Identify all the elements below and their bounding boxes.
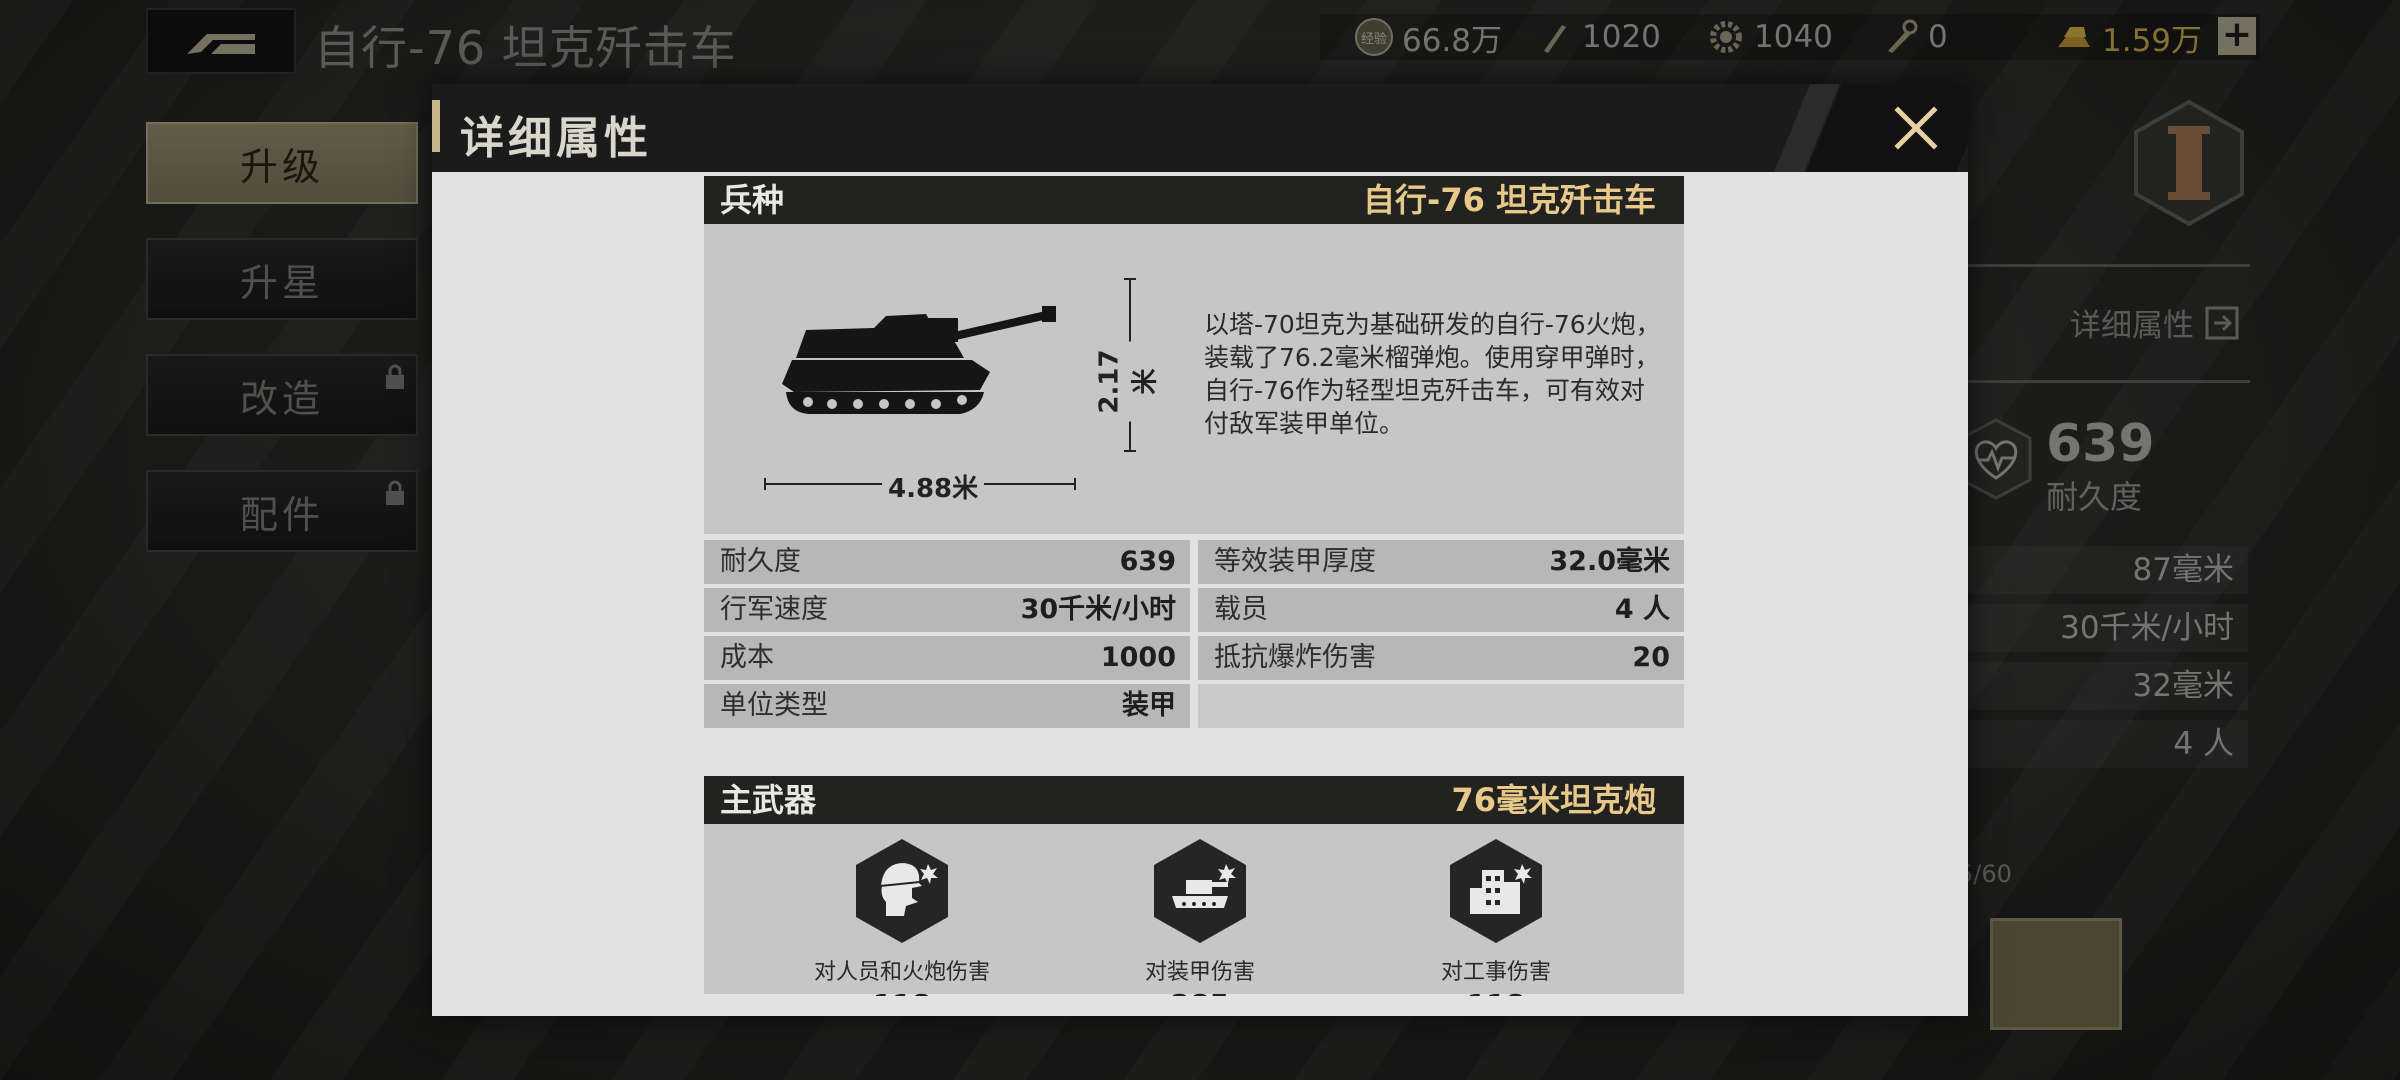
stat-key: 行军速度 [720, 594, 828, 625]
tank-icon [1154, 839, 1246, 943]
unit-section-header: 兵种 自行-76 坦克歼击车 [704, 176, 1684, 224]
stat-value: 30千米/小时 [1020, 594, 1176, 625]
modal-header: 详细属性 [432, 84, 1968, 172]
stat-key: 单位类型 [720, 690, 828, 721]
stat-armor: 等效装甲厚度 32.0毫米 [1198, 540, 1684, 584]
damage-vs-armor: 对装甲伤害 285 [1090, 836, 1310, 996]
stat-cost: 成本 1000 [704, 636, 1190, 680]
stat-empty-cell [1198, 684, 1684, 728]
stat-key: 载员 [1214, 594, 1268, 625]
weapon-panel: 对人员和火炮伤害 118 对装甲伤害 285 [704, 824, 1684, 996]
title-accent [432, 100, 440, 152]
weapon-name: 76毫米坦克炮 [1451, 781, 1656, 819]
unit-height: 2.17米 [1094, 341, 1162, 422]
detail-attributes-modal: 详细属性 兵种 自行-76 坦克歼击车 4.88米 2.17米 以塔-70坦克为… [432, 84, 1968, 1016]
stat-key: 成本 [720, 642, 774, 673]
unit-panel: 4.88米 2.17米 以塔-70坦克为基础研发的自行-76火炮，装载了76.2… [704, 224, 1684, 534]
damage-vs-infantry: 对人员和火炮伤害 118 [792, 836, 1012, 996]
stat-value: 装甲 [1122, 690, 1176, 721]
weapon-section-label: 主武器 [720, 781, 817, 819]
modal-content[interactable]: 兵种 自行-76 坦克歼击车 4.88米 2.17米 以塔-70坦克为基础研发的… [704, 176, 1684, 996]
stat-value: 20 [1632, 642, 1670, 673]
damage-label: 对人员和火炮伤害 [813, 960, 990, 985]
unit-description: 以塔-70坦克为基础研发的自行-76火炮，装载了76.2毫米榴弹炮。使用穿甲弹时… [1204, 310, 1661, 438]
damage-label: 对工事伤害 [1440, 960, 1551, 985]
weapon-section-header: 主武器 76毫米坦克炮 [704, 776, 1684, 824]
infantry-icon [856, 839, 948, 943]
modal-title: 详细属性 [460, 113, 652, 164]
stat-key: 抵抗爆炸伤害 [1214, 642, 1376, 673]
stat-blast-resist: 抵抗爆炸伤害 20 [1198, 636, 1684, 680]
stat-value: 32.0毫米 [1549, 546, 1670, 577]
damage-value: 118 [1386, 988, 1606, 996]
stat-crew: 载员 4 人 [1198, 588, 1684, 632]
unit-section-label: 兵种 [720, 181, 785, 219]
stat-unit-type: 单位类型 装甲 [704, 684, 1190, 728]
tank-destroyer-silhouette [782, 306, 1056, 414]
damage-value: 285 [1090, 988, 1310, 996]
stat-speed: 行军速度 30千米/小时 [704, 588, 1190, 632]
close-icon[interactable] [1886, 98, 1946, 158]
building-icon [1450, 839, 1542, 943]
stat-durability: 耐久度 639 [704, 540, 1190, 584]
stat-key: 耐久度 [720, 546, 801, 577]
damage-value: 118 [792, 988, 1012, 996]
unit-name: 自行-76 坦克歼击车 [1363, 181, 1656, 219]
damage-label: 对装甲伤害 [1144, 960, 1255, 985]
unit-length: 4.88米 [882, 468, 985, 505]
stat-key: 等效装甲厚度 [1214, 546, 1376, 577]
stat-value: 639 [1119, 546, 1176, 577]
stat-value: 1000 [1100, 642, 1176, 673]
stat-value: 4 人 [1614, 594, 1670, 625]
damage-vs-fortification: 对工事伤害 118 [1386, 836, 1606, 996]
